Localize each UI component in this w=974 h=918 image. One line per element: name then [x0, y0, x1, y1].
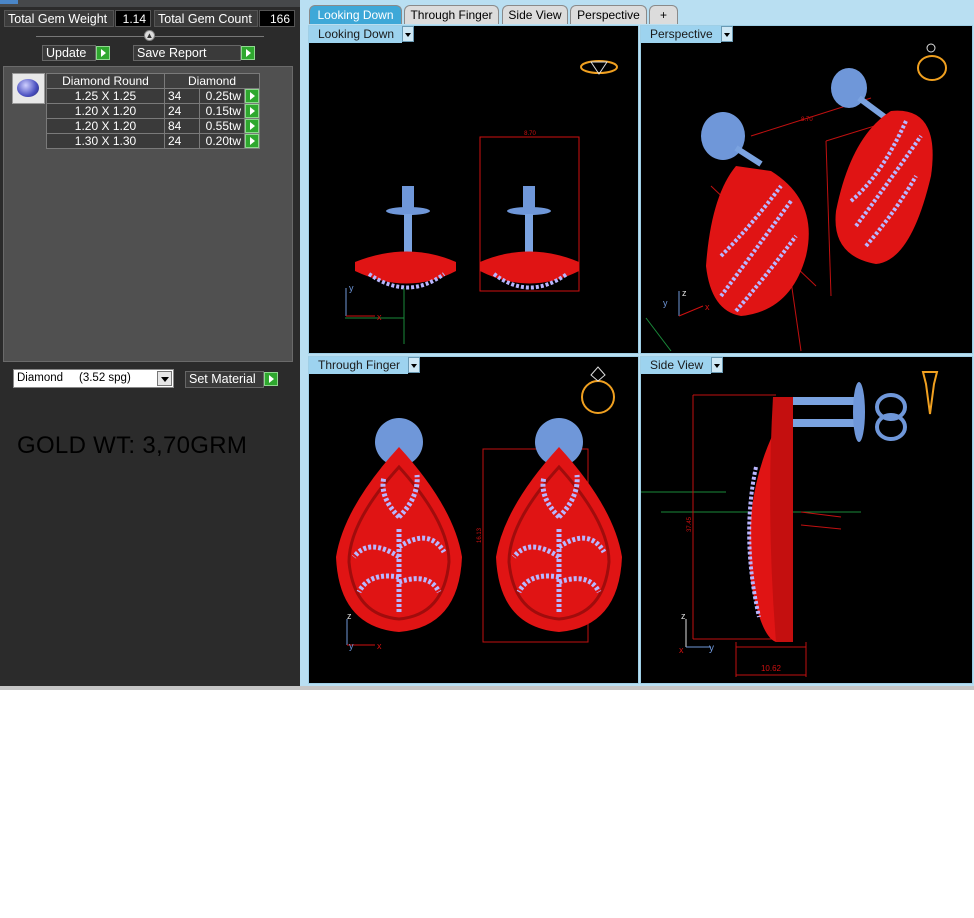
viewport-label-perspective[interactable]: Perspective [641, 26, 733, 43]
tab-perspective[interactable]: Perspective [570, 5, 647, 24]
table-row[interactable]: 1.30 X 1.30 24 0.20tw [46, 133, 260, 149]
svg-text:x: x [377, 641, 382, 651]
select-gem-go-icon[interactable] [245, 119, 259, 133]
total-gem-count-value: 166 [259, 10, 295, 27]
view-area: Looking Down Through Finger Side View Pe… [300, 0, 974, 690]
chevron-down-icon[interactable] [408, 357, 421, 373]
collapse-icon[interactable]: ▲ [144, 30, 155, 41]
through-finger-dimension: 16.13 [477, 527, 483, 543]
total-gem-weight-value: 1.14 [115, 10, 151, 27]
ring-orientation-icon [581, 366, 615, 414]
viewport-label-through-finger[interactable]: Through Finger [309, 357, 421, 374]
gem-material-header: Diamond [164, 73, 260, 89]
total-gem-count-label: Total Gem Count [154, 10, 258, 27]
select-gem-go-icon[interactable] [245, 134, 259, 148]
gem-size: 1.30 X 1.30 [46, 133, 165, 149]
svg-text:z: z [682, 288, 687, 298]
ring-orientation-icon [917, 43, 947, 81]
perspective-dimension: 8.70 [801, 117, 813, 123]
looking-down-dimension: 8.70 [524, 131, 536, 137]
svg-text:z: z [681, 611, 686, 621]
earring-back [831, 68, 933, 265]
tab-looking-down[interactable]: Looking Down [309, 5, 402, 24]
svg-text:y: y [663, 298, 668, 308]
pendant-orientation-icon [921, 371, 939, 415]
gem-shape-header: Diamond Round [46, 73, 165, 89]
table-row[interactable]: 1.25 X 1.25 34 0.25tw [46, 88, 260, 104]
viewport-title: Side View [650, 358, 704, 372]
table-row[interactable]: 1.20 X 1.20 84 0.55tw [46, 118, 260, 134]
gem-weight: 0.15tw [199, 103, 245, 119]
gem-table: Diamond Round Diamond 1.25 X 1.25 34 0.2… [46, 73, 260, 149]
chevron-down-icon[interactable] [711, 357, 724, 373]
earring-right [480, 186, 579, 290]
looking-down-render: 8.70 y x [345, 60, 618, 344]
gem-size: 1.20 X 1.20 [46, 118, 165, 134]
svg-text:x: x [377, 312, 382, 322]
gem-count: 84 [164, 118, 200, 134]
side-height-dimension: 37.45 [687, 516, 693, 532]
through-finger-render: 16.13 z y x [336, 366, 622, 651]
gem-weight: 0.55tw [199, 118, 245, 134]
chevron-down-icon[interactable] [157, 371, 172, 386]
perspective-render: 8.70 y z x [645, 43, 947, 352]
diamond-round-icon[interactable] [12, 73, 45, 104]
svg-text:y: y [349, 283, 354, 293]
panel-title-strip [0, 0, 300, 7]
viewport-label-side-view[interactable]: Side View [641, 357, 724, 374]
svg-text:x: x [705, 302, 710, 312]
earring-front [701, 112, 809, 316]
earring-left [355, 186, 456, 290]
update-go-icon[interactable] [96, 46, 110, 60]
gem-weight: 0.25tw [199, 88, 245, 104]
select-gem-go-icon[interactable] [245, 104, 259, 118]
gem-list: Diamond Round Diamond 1.25 X 1.25 34 0.2… [3, 66, 293, 362]
viewport-title: Through Finger [318, 358, 401, 372]
viewport-side-view[interactable]: 37.45 10.62 z x y Side View [640, 356, 973, 684]
gem-count: 24 [164, 133, 200, 149]
viewport-perspective[interactable]: 8.70 y z x Perspective [640, 25, 973, 354]
svg-text:z: z [347, 611, 352, 621]
save-report-button[interactable]: Save Report [133, 45, 241, 61]
gem-size: 1.25 X 1.25 [46, 88, 165, 104]
update-button[interactable]: Update [42, 45, 96, 61]
set-material-go-icon[interactable] [264, 372, 278, 386]
gem-size: 1.20 X 1.20 [46, 103, 165, 119]
set-material-button[interactable]: Set Material [185, 371, 264, 388]
axis-gizmo-icon: y z x [663, 288, 710, 317]
ring-orientation-icon [580, 60, 618, 75]
gem-report-panel: Total Gem Weight 1.14 Total Gem Count 16… [0, 0, 300, 690]
gem-weight: 0.20tw [199, 133, 245, 149]
gold-weight-note: GOLD WT: 3,70GRM [17, 432, 248, 459]
viewport-title: Looking Down [318, 27, 395, 41]
side-view-render: 37.45 10.62 z x y [641, 371, 939, 677]
viewport-title: Perspective [650, 27, 713, 41]
side-depth-dimension: 10.62 [761, 664, 782, 673]
material-select-value: Diamond (3.52 spg) [17, 372, 131, 384]
svg-text:y: y [349, 641, 354, 651]
gem-count: 24 [164, 103, 200, 119]
add-tab-button[interactable]: + [649, 5, 678, 24]
gem-count: 34 [164, 88, 200, 104]
svg-text:y: y [709, 643, 714, 654]
save-report-go-icon[interactable] [241, 46, 255, 60]
table-row[interactable]: 1.20 X 1.20 24 0.15tw [46, 103, 260, 119]
svg-text:x: x [679, 645, 684, 655]
chevron-down-icon[interactable] [720, 26, 733, 42]
earring-left [336, 418, 462, 632]
viewport-label-looking-down[interactable]: Looking Down [309, 26, 415, 43]
tab-side-view[interactable]: Side View [502, 5, 568, 24]
total-gem-weight-label: Total Gem Weight [4, 10, 114, 27]
axis-gizmo-icon: z x y [679, 611, 714, 655]
earring-right [496, 418, 622, 632]
material-select[interactable]: Diamond (3.52 spg) [13, 369, 174, 388]
bottom-divider [0, 686, 974, 690]
axis-gizmo-icon: y x [345, 283, 382, 322]
tab-through-finger[interactable]: Through Finger [404, 5, 499, 24]
viewport-through-finger[interactable]: 16.13 z y x Through Finger [308, 356, 639, 684]
chevron-down-icon[interactable] [402, 26, 415, 42]
viewport-looking-down[interactable]: 8.70 y x Looking Down [308, 25, 639, 354]
select-gem-go-icon[interactable] [245, 89, 259, 103]
